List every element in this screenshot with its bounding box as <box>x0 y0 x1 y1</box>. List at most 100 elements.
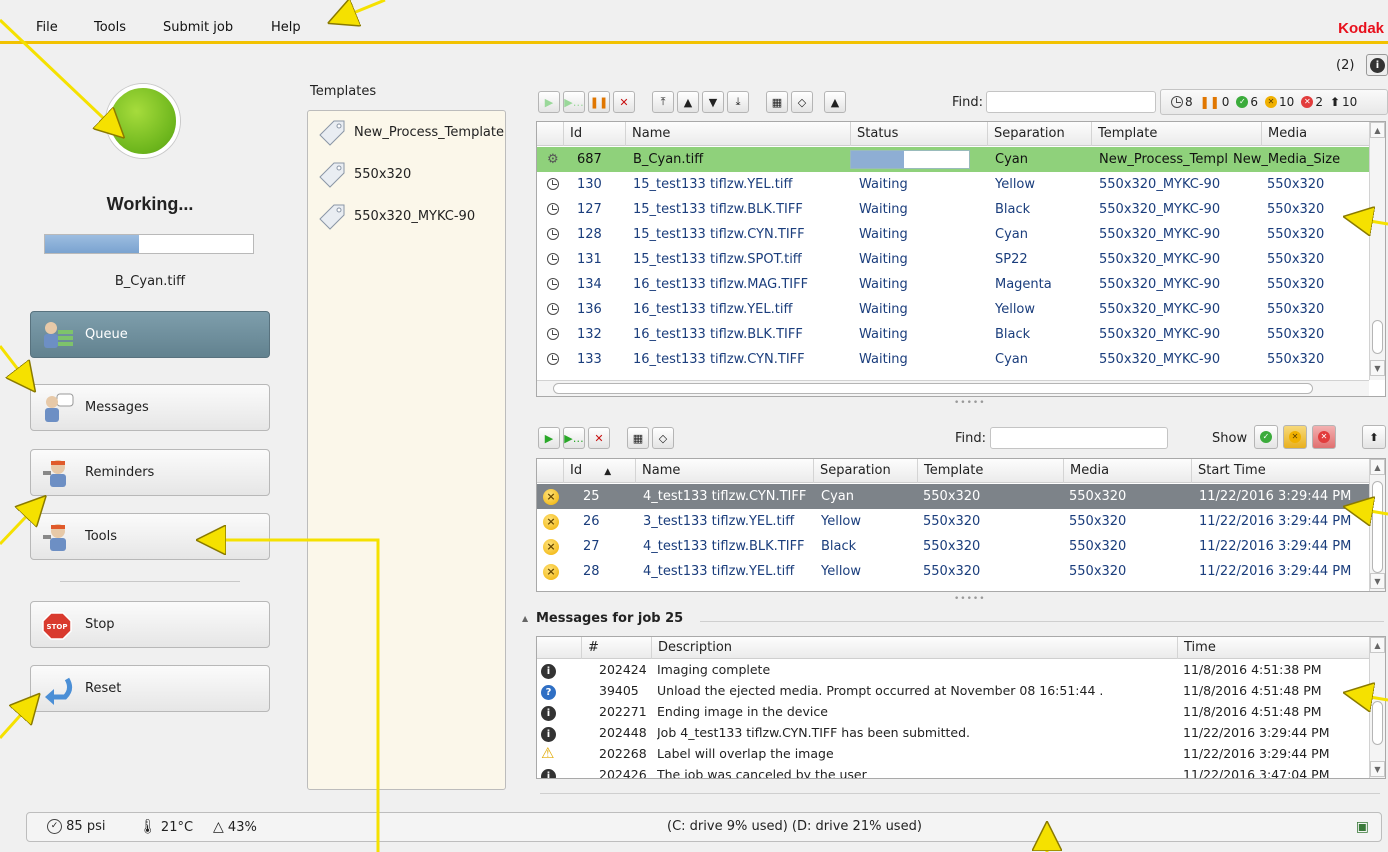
scroll-down-arrow[interactable]: ▼ <box>1370 573 1385 589</box>
nav-divider <box>60 581 240 582</box>
messages-vscrollbar[interactable]: ▲ ▼ <box>1369 637 1385 778</box>
splitter-handle[interactable]: ••••• <box>954 594 986 604</box>
job-status: Waiting <box>859 177 908 192</box>
col-status[interactable]: Status <box>850 122 987 146</box>
queue-row[interactable]: 128 15_test133 tiflzw.CYN.TIFF Waiting Cyan… <box>537 222 1385 247</box>
template-item[interactable]: 550x320_MYKC-90 <box>316 201 475 231</box>
scroll-up-arrow[interactable]: ▲ <box>1370 122 1385 138</box>
queue-vscrollbar[interactable]: ▲ ▼ <box>1369 122 1385 380</box>
history-delete-button[interactable]: ✕ <box>588 427 610 449</box>
history-table: Id ▲ Name Separation Template Media Star… <box>536 458 1386 592</box>
show-done-toggle[interactable]: ✓ <box>1254 425 1278 449</box>
col-separation[interactable]: Separation <box>987 122 1091 146</box>
tiff-preview-button[interactable]: ▦ <box>766 91 788 113</box>
info-button[interactable]: i <box>1366 54 1388 76</box>
scroll-thumb[interactable] <box>1372 701 1383 745</box>
pause-button[interactable]: ❚❚ <box>588 91 610 113</box>
col-time[interactable]: Time <box>1177 637 1369 659</box>
show-canceled-toggle[interactable]: ✕ <box>1283 425 1307 449</box>
col-template[interactable]: Template <box>1091 122 1261 146</box>
menu-file[interactable]: File <box>36 20 58 35</box>
col-separation[interactable]: Separation <box>813 459 917 483</box>
move-down-button[interactable]: ▼ <box>702 91 724 113</box>
col-id[interactable]: Id <box>563 122 625 146</box>
queue-row[interactable]: 127 15_test133 tiflzw.BLK.TIFF Waiting Blac… <box>537 197 1385 222</box>
queue-row[interactable]: 134 16_test133 tiflzw.MAG.TIFF Waiting Mage… <box>537 272 1385 297</box>
col-number[interactable]: # <box>581 637 653 659</box>
history-row[interactable]: × 28 4_test133 tiflzw.YEL.tiff Yellow 550x32… <box>537 559 1369 584</box>
queue-row[interactable]: 130 15_test133 tiflzw.YEL.tiff Waiting Yell… <box>537 172 1385 197</box>
scroll-up-arrow[interactable]: ▲ <box>1370 459 1385 475</box>
show-failed-toggle[interactable]: ✕ <box>1312 425 1336 449</box>
scroll-down-arrow[interactable]: ▼ <box>1370 761 1385 777</box>
history-tiff-button[interactable]: ▦ <box>627 427 649 449</box>
job-id: 27 <box>583 539 600 554</box>
tag-button[interactable]: ◇ <box>791 91 813 113</box>
splitter-handle[interactable]: ••••• <box>954 398 986 408</box>
menu-submit-job[interactable]: Submit job <box>163 20 233 35</box>
move-up-button[interactable]: ▲ <box>677 91 699 113</box>
reset-button[interactable]: Reset <box>30 665 270 712</box>
reminders-button[interactable]: Reminders <box>30 449 270 496</box>
queue-hscrollbar[interactable] <box>537 380 1369 396</box>
col-template[interactable]: Template <box>917 459 1063 483</box>
menu-tools[interactable]: Tools <box>94 20 126 35</box>
message-row[interactable]: i 202448 Job 4_test133 tiflzw.CYN.TIFF has… <box>537 722 1369 743</box>
queue-row[interactable]: 133 16_test133 tiflzw.CYN.TIFF Waiting Cyan… <box>537 347 1385 372</box>
queue-button[interactable]: Queue <box>30 311 270 358</box>
tools-button[interactable]: Tools <box>30 513 270 560</box>
history-find-input[interactable] <box>990 427 1168 449</box>
move-top-button[interactable]: ⤒ <box>652 91 674 113</box>
scroll-thumb[interactable] <box>1372 320 1383 354</box>
message-description: Imaging complete <box>657 662 771 677</box>
play-button[interactable]: ▶ <box>538 91 560 113</box>
queue-icon <box>41 319 75 351</box>
template-item[interactable]: New_Process_Template <box>316 117 504 147</box>
col-start-time[interactable]: Start Time <box>1191 459 1371 483</box>
scroll-down-arrow[interactable]: ▼ <box>1370 360 1385 376</box>
job-name: 4_test133 tiflzw.BLK.TIFF <box>643 539 805 554</box>
queue-row[interactable]: 131 15_test133 tiflzw.SPOT.tiff Waiting SP2… <box>537 247 1385 272</box>
lock-button[interactable]: ▲ <box>824 91 846 113</box>
messages-label: Messages <box>85 400 149 415</box>
play-next-button[interactable]: ▶… <box>563 91 585 113</box>
col-media[interactable]: Media <box>1063 459 1191 483</box>
col-name[interactable]: Name <box>635 459 813 483</box>
history-row[interactable]: × 25 4_test133 tiflzw.CYN.TIFF Cyan 550x320 5… <box>537 484 1369 509</box>
history-vscrollbar[interactable]: ▲ ▼ <box>1369 459 1385 591</box>
job-media: 550x320 <box>1267 277 1325 292</box>
message-number: 202448 <box>599 725 647 740</box>
queue-row[interactable]: 132 16_test133 tiflzw.BLK.TIFF Waiting Blac… <box>537 322 1385 347</box>
resubmit-button[interactable]: ▶ <box>538 427 560 449</box>
message-row[interactable]: i 202271 Ending image in the device 11/8/20… <box>537 701 1369 722</box>
messages-button[interactable]: Messages <box>30 384 270 431</box>
collapse-up-button[interactable]: ⬆ <box>1362 425 1386 449</box>
message-row[interactable]: i 202424 Imaging complete 11/8/2016 4:51:38… <box>537 659 1369 680</box>
job-media: 550x320 <box>1069 514 1127 529</box>
stop-button[interactable]: STOP Stop <box>30 601 270 648</box>
history-row[interactable]: × 26 3_test133 tiflzw.YEL.tiff Yellow 550x32… <box>537 509 1369 534</box>
message-row[interactable]: ? 39405 Unload the ejected media. Prompt o… <box>537 680 1369 701</box>
menu-help[interactable]: Help <box>271 20 301 35</box>
scroll-thumb[interactable] <box>1372 481 1383 573</box>
col-description[interactable]: Description <box>651 637 1171 659</box>
message-row[interactable]: ⚠ 202268 Label will overlap the image 11/22… <box>537 743 1369 764</box>
queue-row[interactable]: 136 16_test133 tiflzw.YEL.tiff Waiting Yell… <box>537 297 1385 322</box>
active-job-row[interactable]: ⚙ 687 B_Cyan.tiff Cyan New_Process_Templ… <box>537 147 1385 172</box>
collapse-arrow-icon[interactable]: ▲ <box>522 614 528 623</box>
delete-button[interactable]: ✕ <box>613 91 635 113</box>
scroll-up-arrow[interactable]: ▲ <box>1370 637 1385 653</box>
col-name[interactable]: Name <box>625 122 850 146</box>
queue-find-input[interactable] <box>986 91 1156 113</box>
history-row[interactable]: × 27 4_test133 tiflzw.BLK.TIFF Black 550x320… <box>537 534 1369 559</box>
hscroll-thumb[interactable] <box>553 383 1313 394</box>
job-template: 550x320_MYKC-90 <box>1099 227 1221 242</box>
history-tag-button[interactable]: ◇ <box>652 427 674 449</box>
col-media[interactable]: Media <box>1261 122 1371 146</box>
message-row[interactable]: i 202426 The job was canceled by the user 1… <box>537 764 1369 778</box>
resubmit-next-button[interactable]: ▶… <box>563 427 585 449</box>
export-icon[interactable]: ▣ <box>1356 813 1369 841</box>
template-item[interactable]: 550x320 <box>316 159 411 189</box>
col-id[interactable]: Id ▲ <box>563 459 635 483</box>
move-bottom-button[interactable]: ⤓ <box>727 91 749 113</box>
